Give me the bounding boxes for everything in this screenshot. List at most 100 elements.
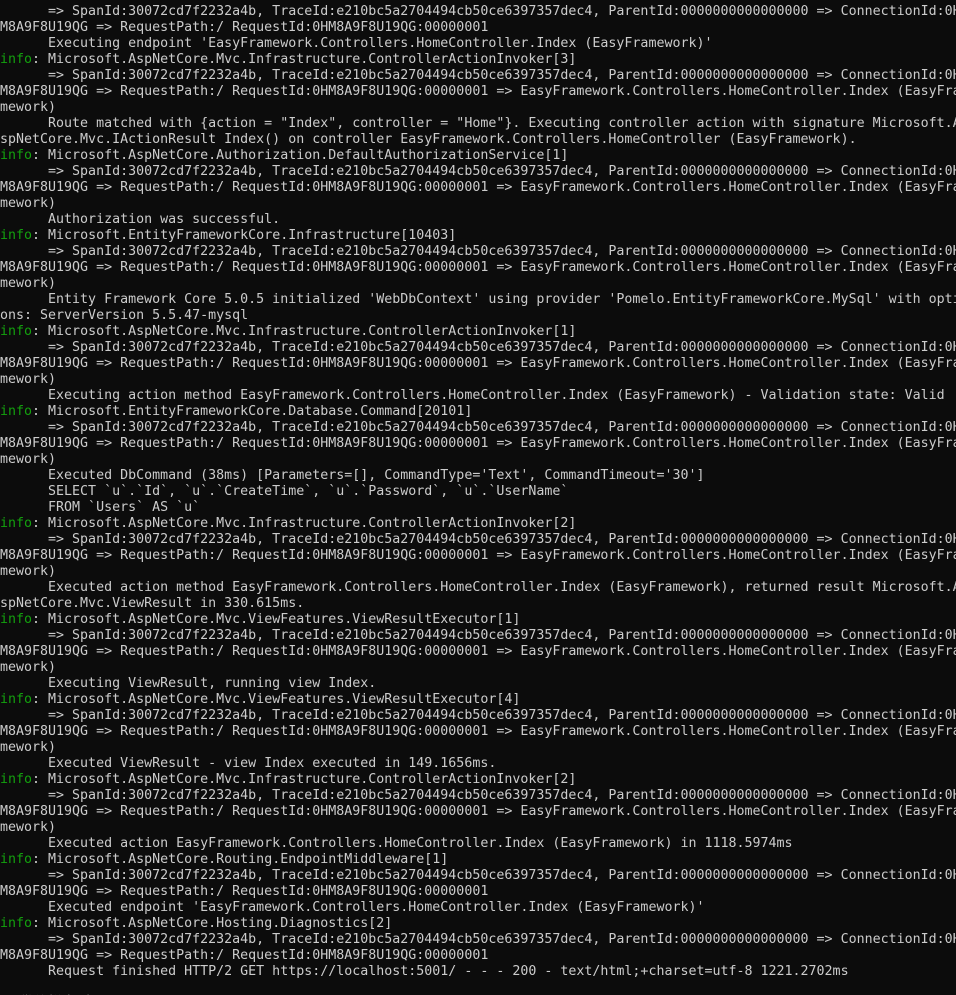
- console-line-text: : Microsoft.AspNetCore.Mvc.Infrastructur…: [32, 52, 577, 67]
- console-line-text: => SpanId:30072cd7f2232a4b, TraceId:e210…: [0, 932, 956, 947]
- console-line: mework): [0, 276, 956, 292]
- console-line-text: : Microsoft.AspNetCore.Hosting.Diagnosti…: [32, 916, 393, 931]
- console-line: mework): [0, 564, 956, 580]
- console-line: FROM `Users` AS `u`: [0, 500, 956, 516]
- console-line-text: mework): [0, 196, 57, 211]
- console-line-text: => SpanId:30072cd7f2232a4b, TraceId:e210…: [0, 868, 956, 883]
- console-line: info: Microsoft.AspNetCore.Hosting.Diagn…: [0, 916, 956, 932]
- console-line: mework): [0, 452, 956, 468]
- console-line-text: mework): [0, 820, 57, 835]
- console-line: info: Microsoft.AspNetCore.Mvc.Infrastru…: [0, 772, 956, 788]
- console-line-text: => SpanId:30072cd7f2232a4b, TraceId:e210…: [0, 532, 956, 547]
- console-line-text: mework): [0, 740, 57, 755]
- console-line: mework): [0, 660, 956, 676]
- console-line: M8A9F8U19QG => RequestPath:/ RequestId:0…: [0, 436, 956, 452]
- log-level-info: info: [0, 692, 33, 707]
- console-line: M8A9F8U19QG => RequestPath:/ RequestId:0…: [0, 84, 956, 100]
- console-line-text: ons: ServerVersion 5.5.47-mysql: [0, 308, 249, 323]
- console-line-text: mework): [0, 564, 57, 579]
- console-line: ons: ServerVersion 5.5.47-mysql: [0, 308, 956, 324]
- console-line: M8A9F8U19QG => RequestPath:/ RequestId:0…: [0, 724, 956, 740]
- log-level-info: info: [0, 404, 33, 419]
- console-line-text: mework): [0, 452, 57, 467]
- console-line-text: M8A9F8U19QG => RequestPath:/ RequestId:0…: [0, 724, 956, 739]
- console-line: info: Microsoft.AspNetCore.Mvc.ViewFeatu…: [0, 612, 956, 628]
- console-line: Executed ViewResult - view Index execute…: [0, 756, 956, 772]
- console-line-text: : Microsoft.AspNetCore.Mvc.Infrastructur…: [32, 324, 577, 339]
- console-line-text: spNetCore.Mvc.ViewResult in 330.615ms.: [0, 596, 305, 611]
- console-line-text: mework): [0, 372, 57, 387]
- console-line: Executing action method EasyFramework.Co…: [0, 388, 956, 404]
- console-line-text: FROM `Users` AS `u`: [0, 500, 201, 515]
- console-line-text: Executing endpoint 'EasyFramework.Contro…: [0, 36, 713, 51]
- console-line: Entity Framework Core 5.0.5 initialized …: [0, 292, 956, 308]
- console-line-text: M8A9F8U19QG => RequestPath:/ RequestId:0…: [0, 180, 956, 195]
- console-line-text: Executed action EasyFramework.Controller…: [0, 836, 793, 851]
- terminal-window[interactable]: => SpanId:30072cd7f2232a4b, TraceId:e210…: [0, 0, 956, 995]
- console-line-text: Executed ViewResult - view Index execute…: [0, 756, 497, 771]
- console-line-text: => SpanId:30072cd7f2232a4b, TraceId:e210…: [0, 708, 956, 723]
- console-line: => SpanId:30072cd7f2232a4b, TraceId:e210…: [0, 868, 956, 884]
- console-line: Executed action method EasyFramework.Con…: [0, 580, 956, 596]
- console-line-text: M8A9F8U19QG => RequestPath:/ RequestId:0…: [0, 84, 956, 99]
- console-line: => SpanId:30072cd7f2232a4b, TraceId:e210…: [0, 420, 956, 436]
- console-line: => SpanId:30072cd7f2232a4b, TraceId:e210…: [0, 788, 956, 804]
- log-level-info: info: [0, 612, 33, 627]
- log-level-info: info: [0, 772, 33, 787]
- console-line-text: M8A9F8U19QG => RequestPath:/ RequestId:0…: [0, 804, 956, 819]
- console-line: Authorization was successful.: [0, 212, 956, 228]
- log-level-info: info: [0, 516, 33, 531]
- console-line-text: => SpanId:30072cd7f2232a4b, TraceId:e210…: [0, 68, 956, 83]
- console-line: M8A9F8U19QG => RequestPath:/ RequestId:0…: [0, 548, 956, 564]
- console-line-text: Request finished HTTP/2 GET https://loca…: [0, 964, 849, 979]
- console-line: => SpanId:30072cd7f2232a4b, TraceId:e210…: [0, 340, 956, 356]
- console-line: Executed endpoint 'EasyFramework.Control…: [0, 900, 956, 916]
- console-line: mework): [0, 100, 956, 116]
- console-line-text: M8A9F8U19QG => RequestPath:/ RequestId:0…: [0, 548, 956, 563]
- console-line-text: : Microsoft.AspNetCore.Mvc.Infrastructur…: [32, 772, 577, 787]
- console-line-text: mework): [0, 276, 57, 291]
- console-line: M8A9F8U19QG => RequestPath:/ RequestId:0…: [0, 180, 956, 196]
- console-line-text: : Microsoft.AspNetCore.Authorization.Def…: [32, 148, 569, 163]
- console-line: M8A9F8U19QG => RequestPath:/ RequestId:0…: [0, 260, 956, 276]
- console-line-text: mework): [0, 100, 57, 115]
- console-line: => SpanId:30072cd7f2232a4b, TraceId:e210…: [0, 244, 956, 260]
- console-line: info: Microsoft.EntityFrameworkCore.Infr…: [0, 228, 956, 244]
- log-level-info: info: [0, 852, 33, 867]
- console-line-text: Entity Framework Core 5.0.5 initialized …: [0, 292, 956, 307]
- console-line: info: Microsoft.EntityFrameworkCore.Data…: [0, 404, 956, 420]
- console-line: Request finished HTTP/2 GET https://loca…: [0, 964, 956, 980]
- console-line-text: => SpanId:30072cd7f2232a4b, TraceId:e210…: [0, 420, 956, 435]
- console-line: info: Microsoft.AspNetCore.Mvc.Infrastru…: [0, 516, 956, 532]
- console-line: mework): [0, 372, 956, 388]
- console-line: mework): [0, 196, 956, 212]
- console-line-text: : Microsoft.EntityFrameworkCore.Database…: [32, 404, 473, 419]
- console-line-text: Executed action method EasyFramework.Con…: [0, 580, 956, 595]
- console-line-text: => SpanId:30072cd7f2232a4b, TraceId:e210…: [0, 788, 956, 803]
- console-line: Executed DbCommand (38ms) [Parameters=[]…: [0, 468, 956, 484]
- console-line: spNetCore.Mvc.IActionResult Index() on c…: [0, 132, 956, 148]
- console-line: info: Microsoft.AspNetCore.Authorization…: [0, 148, 956, 164]
- console-line-text: : Microsoft.AspNetCore.Mvc.Infrastructur…: [32, 516, 577, 531]
- console-line: => SpanId:30072cd7f2232a4b, TraceId:e210…: [0, 68, 956, 84]
- log-level-info: info: [0, 148, 33, 163]
- console-line: info: Microsoft.AspNetCore.Routing.Endpo…: [0, 852, 956, 868]
- console-line-text: M8A9F8U19QG => RequestPath:/ RequestId:0…: [0, 260, 956, 275]
- console-line-text: : Microsoft.EntityFrameworkCore.Infrastr…: [32, 228, 457, 243]
- console-line: Executing endpoint 'EasyFramework.Contro…: [0, 36, 956, 52]
- console-line: => SpanId:30072cd7f2232a4b, TraceId:e210…: [0, 4, 956, 20]
- console-line: SELECT `u`.`Id`, `u`.`CreateTime`, `u`.`…: [0, 484, 956, 500]
- console-output-area[interactable]: => SpanId:30072cd7f2232a4b, TraceId:e210…: [0, 4, 956, 980]
- console-line: spNetCore.Mvc.ViewResult in 330.615ms.: [0, 596, 956, 612]
- console-line-text: mework): [0, 660, 57, 675]
- ime-status-bar[interactable]: 微软拼音 半 :: [0, 979, 956, 995]
- console-line-text: => SpanId:30072cd7f2232a4b, TraceId:e210…: [0, 340, 956, 355]
- console-line-text: M8A9F8U19QG => RequestPath:/ RequestId:0…: [0, 356, 956, 371]
- console-line: info: Microsoft.AspNetCore.Mvc.Infrastru…: [0, 52, 956, 68]
- console-line-text: : Microsoft.AspNetCore.Mvc.ViewFeatures.…: [32, 612, 521, 627]
- console-line-text: Executed endpoint 'EasyFramework.Control…: [0, 900, 705, 915]
- console-line-text: SELECT `u`.`Id`, `u`.`CreateTime`, `u`.`…: [0, 484, 569, 499]
- console-line-text: M8A9F8U19QG => RequestPath:/ RequestId:0…: [0, 948, 489, 963]
- console-line-text: : Microsoft.AspNetCore.Mvc.ViewFeatures.…: [32, 692, 521, 707]
- console-line: Executing ViewResult, running view Index…: [0, 676, 956, 692]
